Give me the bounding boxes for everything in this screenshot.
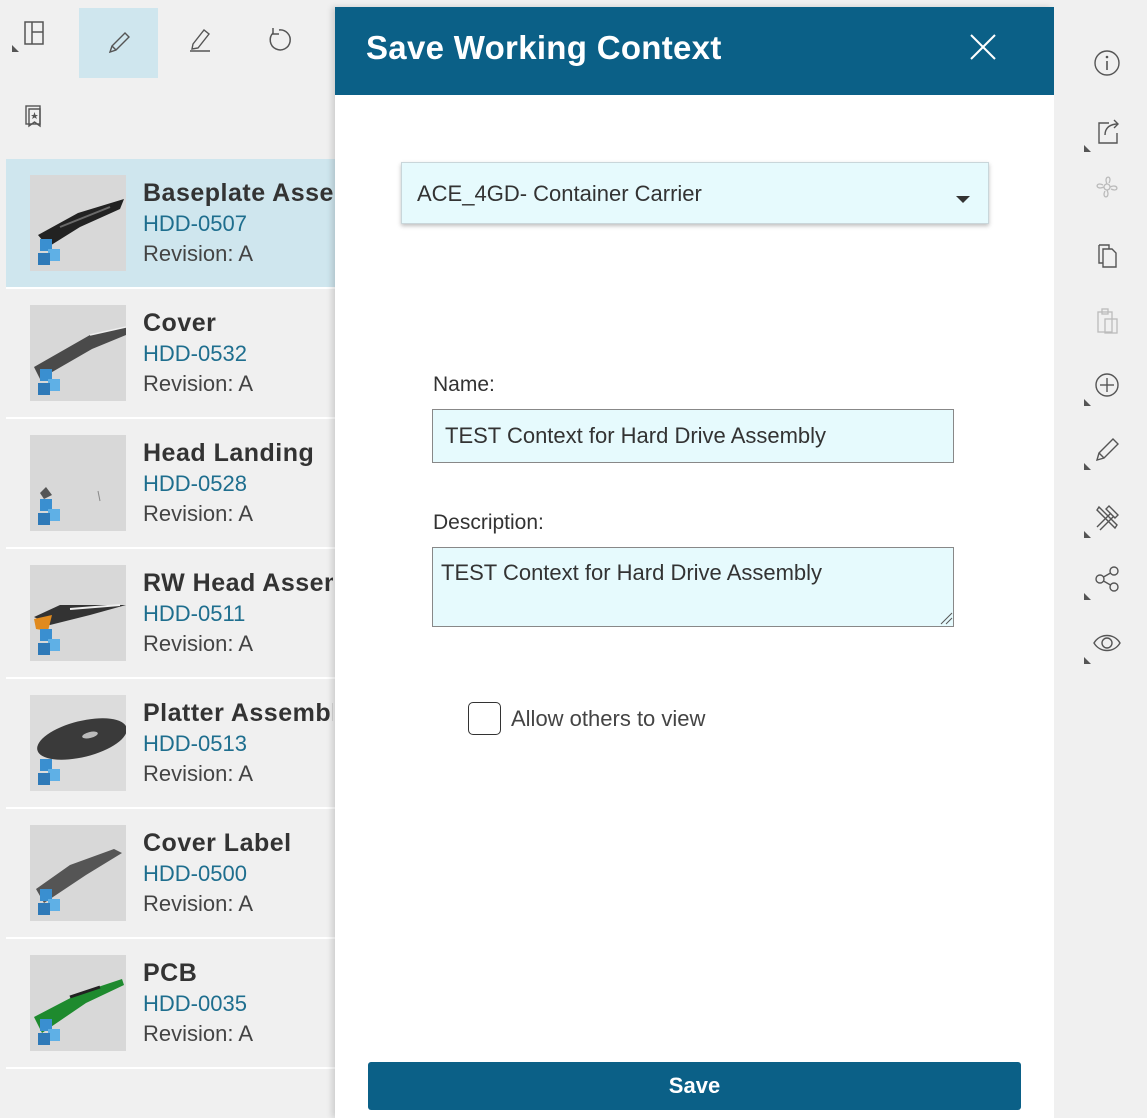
part-thumbnail [30,955,126,1051]
submenu-indicator [1084,399,1091,406]
list-item[interactable]: Cover Label HDD-0500 Revision: A [6,809,335,939]
item-id: HDD-0511 [143,601,246,626]
tools-icon [1096,505,1119,531]
list-item[interactable]: RW Head Assembly HDD-0511 Revision: A [6,549,335,679]
allow-others-label: Allow others to view [511,706,706,731]
list-item[interactable]: PCB HDD-0035 Revision: A [6,939,335,1069]
item-id: HDD-0035 [143,991,247,1016]
dialog-title: Save Working Context [366,29,722,66]
name-field[interactable] [432,409,954,463]
part-thumbnail [30,175,126,271]
chevron-down-icon [956,196,970,203]
item-revision: Revision: A [143,891,254,916]
item-title: Cover [143,309,217,337]
undo-icon [269,28,291,51]
view-button[interactable] [1082,618,1132,668]
save-button[interactable]: Save [368,1062,1021,1110]
item-revision: Revision: A [143,501,254,526]
add-button[interactable] [1082,360,1132,410]
bookmark-list-button[interactable] [14,96,54,136]
item-id: HDD-0528 [143,471,247,496]
close-button[interactable] [963,29,1003,69]
context-select[interactable]: ACE_4GD- Container Carrier [401,162,989,224]
item-id: HDD-0507 [143,211,247,236]
explode-icon [1096,176,1118,198]
paste-button[interactable] [1082,296,1132,346]
item-title: Baseplate Assembly [143,179,333,207]
context-select-value: ACE_4GD- Container Carrier [417,181,702,206]
description-field[interactable]: TEST Context for Hard Drive Assembly [432,547,954,627]
bookmark-list-icon [25,105,41,128]
add-icon [1095,373,1119,397]
item-title: Platter Assembly [143,699,333,727]
item-title: Cover Label [143,829,292,857]
item-title: PCB [143,959,198,987]
left-panel: Baseplate Assembly HDD-0507 Revision: A … [0,0,335,1118]
edit-button[interactable] [175,14,225,64]
submenu-indicator [1084,531,1091,538]
submenu-indicator [12,45,19,52]
info-icon [1094,50,1120,76]
share-button[interactable] [1082,106,1132,156]
item-title: RW Head Assembly [143,569,333,597]
layout-panel-icon [24,21,44,45]
allow-others-checkbox[interactable] [468,702,501,735]
description-label: Description: [433,511,544,534]
layout-panel-button[interactable] [8,8,58,58]
right-toolbar [1054,0,1147,1118]
submenu-indicator [1084,463,1091,470]
save-working-context-dialog: Save Working Context ACE_4GD- Container … [335,7,1054,1118]
markup-pencil-button[interactable] [79,8,158,78]
part-thumbnail [30,435,126,531]
item-id: HDD-0532 [143,341,247,366]
name-label: Name: [433,373,495,396]
copy-button[interactable] [1082,230,1132,280]
part-thumbnail [30,695,126,791]
paste-icon [1097,308,1118,334]
info-button[interactable] [1082,38,1132,88]
tools-button[interactable] [1082,492,1132,542]
pencil-icon [1095,438,1119,462]
pencil-icon [108,32,130,54]
item-title: Head Landing [143,439,315,467]
dialog-header: Save Working Context [335,7,1054,95]
item-revision: Revision: A [143,761,254,786]
copy-icon [1098,244,1117,268]
edit-tool-button[interactable] [1082,424,1132,474]
item-id: HDD-0500 [143,861,247,886]
item-revision: Revision: A [143,1021,254,1046]
resize-handle-icon[interactable] [939,611,953,625]
undo-button[interactable] [254,14,304,64]
submenu-indicator [1084,593,1091,600]
share-network-icon [1095,566,1119,592]
edit-icon [190,29,210,52]
list-item[interactable]: Cover HDD-0532 Revision: A [6,289,335,419]
item-revision: Revision: A [143,241,254,266]
item-revision: Revision: A [143,371,254,396]
explode-button[interactable] [1082,162,1132,212]
part-thumbnail [30,825,126,921]
list-item[interactable]: Baseplate Assembly HDD-0507 Revision: A [6,159,335,289]
part-thumbnail [30,565,126,661]
share-network-button[interactable] [1082,554,1132,604]
part-thumbnail [30,305,126,401]
submenu-indicator [1084,657,1091,664]
share-icon [1098,119,1119,144]
item-revision: Revision: A [143,631,254,656]
view-icon [1093,634,1121,652]
close-icon [970,34,996,60]
list-item[interactable]: Head Landing HDD-0528 Revision: A [6,419,335,549]
list-item[interactable]: Platter Assembly HDD-0513 Revision: A [6,679,335,809]
item-id: HDD-0513 [143,731,247,756]
object-list: Baseplate Assembly HDD-0507 Revision: A … [6,159,335,1069]
submenu-indicator [1084,145,1091,152]
